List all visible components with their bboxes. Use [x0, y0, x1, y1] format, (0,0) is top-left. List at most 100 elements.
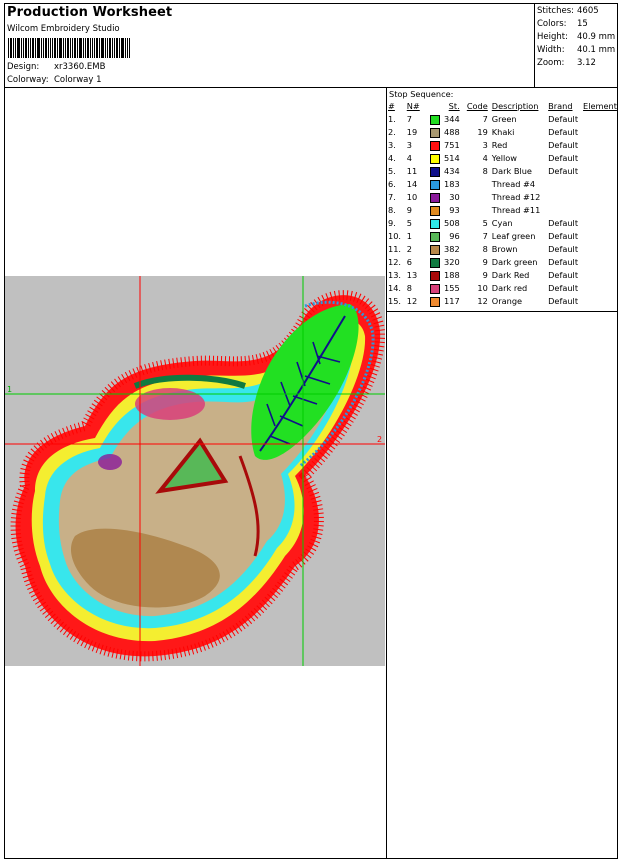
row-stitches: 344: [444, 114, 460, 124]
stop-sequence-panel: Stop Sequence: # N# St. Code Description…: [387, 88, 617, 312]
stat-zoom: Zoom: 3.12: [537, 58, 596, 68]
row-description: Dark Red: [491, 270, 530, 280]
table-row: 11. 2 382 8 Brown Default: [388, 243, 617, 256]
color-swatch: [430, 218, 441, 229]
row-code: 4: [482, 153, 488, 163]
color-swatch: [430, 114, 441, 125]
row-code: 7: [482, 231, 488, 241]
color-swatch: [430, 205, 441, 216]
row-stitches: 320: [444, 257, 460, 267]
row-code: [463, 178, 492, 191]
row-code: 8: [482, 166, 488, 176]
row-color-swatch: [430, 113, 442, 126]
row-element: [583, 191, 617, 204]
row-needle: 8: [406, 283, 412, 293]
row-needle: 19: [406, 127, 418, 137]
row-element: [583, 165, 617, 178]
row-needle: 11: [406, 166, 418, 176]
row-brand: Default: [548, 296, 579, 306]
row-element: [583, 126, 617, 139]
stop-sequence-rows: 1. 7 344 7 Green Default 2. 19 488 19 Khaki Default…: [388, 113, 617, 308]
row-code: 7: [482, 114, 488, 124]
row-stitches: 751: [444, 140, 460, 150]
row-brand: Default: [548, 166, 579, 176]
row-needle: 6: [406, 257, 412, 267]
row-stitches: 508: [444, 218, 460, 228]
row-brand: Default: [548, 153, 579, 163]
row-color-swatch: [430, 243, 442, 256]
color-swatch: [430, 270, 441, 281]
row-code: 3: [482, 140, 488, 150]
row-needle: 4: [406, 153, 412, 163]
row-element: [583, 295, 617, 308]
table-row: 4. 4 514 4 Yellow Default: [388, 152, 617, 165]
row-color-swatch: [430, 126, 442, 139]
stat-stitches: Stitches: 4605: [537, 6, 599, 16]
row-element: [583, 178, 617, 191]
table-row: 5. 11 434 8 Dark Blue Default: [388, 165, 617, 178]
table-row: 1. 7 344 7 Green Default: [388, 113, 617, 126]
row-code: 9: [482, 257, 488, 267]
embroidery-design-preview: 1 2: [5, 276, 385, 666]
row-description: Thread #11: [491, 205, 541, 215]
color-swatch: [430, 244, 441, 255]
row-brand: [548, 204, 583, 217]
row-needle: 14: [406, 179, 418, 189]
row-color-swatch: [430, 139, 442, 152]
row-index: 3.: [388, 140, 396, 150]
row-code: 19: [477, 127, 488, 137]
table-row: 13. 13 188 9 Dark Red Default: [388, 269, 617, 282]
row-element: [583, 217, 617, 230]
col-brand: Brand: [548, 101, 573, 111]
stats-panel: Stitches: 4605 Colors: 15 Height: 40.9 mm W…: [535, 4, 617, 88]
row-brand: Default: [548, 114, 579, 124]
row-description: Thread #12: [491, 192, 541, 202]
row-index: 13.: [388, 270, 402, 280]
col-n: N#: [406, 101, 420, 111]
table-row: 7. 10 30 Thread #12: [388, 191, 617, 204]
row-element: [583, 113, 617, 126]
row-element: [583, 139, 617, 152]
stat-colors: Colors: 15: [537, 19, 588, 29]
row-description: Green: [491, 114, 517, 124]
row-needle: 2: [406, 244, 412, 254]
stop-sequence-title: Stop Sequence:: [389, 89, 454, 99]
row-color-swatch: [430, 152, 442, 165]
row-color-swatch: [430, 165, 442, 178]
colorway-value: Colorway 1: [54, 75, 102, 85]
row-index: 7.: [388, 192, 396, 202]
row-code: 8: [482, 244, 488, 254]
row-index: 1.: [388, 114, 396, 124]
row-index: 6.: [388, 179, 396, 189]
row-description: Thread #4: [491, 179, 536, 189]
color-swatch: [430, 127, 441, 138]
table-row: 10. 1 96 7 Leaf green Default: [388, 230, 617, 243]
row-stitches: 93: [449, 205, 460, 215]
colorway-label: Colorway:: [7, 75, 49, 85]
col-element: Element: [583, 101, 617, 111]
colorway-row: Colorway: Colorway 1: [7, 75, 102, 85]
row-color-swatch: [430, 269, 442, 282]
row-code: [463, 191, 492, 204]
table-row: 12. 6 320 9 Dark green Default: [388, 256, 617, 269]
row-stitches: 183: [444, 179, 460, 189]
row-element: [583, 152, 617, 165]
design-filename: xr3360.EMB: [54, 62, 106, 72]
row-stitches: 117: [444, 296, 460, 306]
stat-width: Width: 40.1 mm: [537, 45, 616, 55]
stop-sequence-table: # N# St. Code Description Brand Element …: [388, 100, 617, 308]
table-row: 9. 5 508 5 Cyan Default: [388, 217, 617, 230]
design-row: Design: xr3360.EMB: [7, 62, 105, 72]
row-brand: [548, 191, 583, 204]
software-name: Wilcom Embroidery Studio: [7, 24, 120, 34]
row-description: Brown: [491, 244, 518, 254]
row-index: 4.: [388, 153, 396, 163]
row-code: 10: [477, 283, 488, 293]
row-color-swatch: [430, 256, 442, 269]
row-description: Yellow: [491, 153, 518, 163]
row-description: Dark red: [491, 283, 528, 293]
row-needle: 9: [406, 205, 412, 215]
marker-2: 2: [377, 435, 382, 444]
row-color-swatch: [430, 191, 442, 204]
row-stitches: 96: [449, 231, 460, 241]
